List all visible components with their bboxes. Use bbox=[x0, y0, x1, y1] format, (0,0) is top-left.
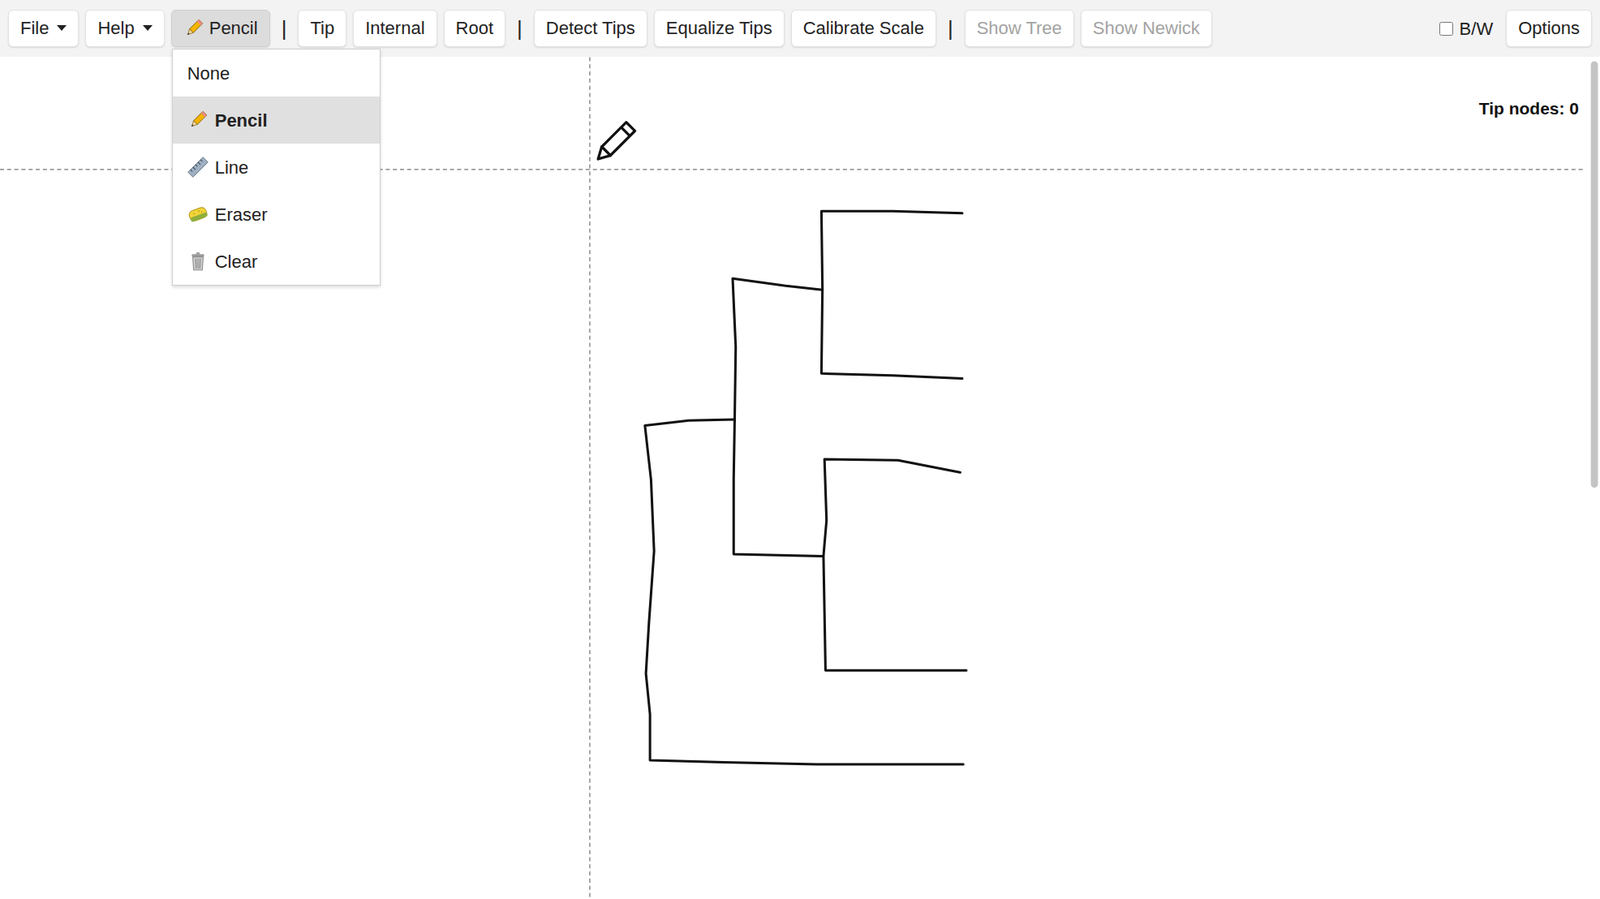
tool-dropdown[interactable]: PencilNonePencilLineEraserClear bbox=[171, 9, 271, 48]
toolbar-button[interactable]: Internal bbox=[352, 9, 437, 48]
pencil-icon bbox=[187, 109, 209, 131]
tool-menu-label: Clear bbox=[215, 248, 259, 276]
tree-drawing bbox=[645, 210, 967, 765]
bw-checkbox[interactable] bbox=[1439, 21, 1454, 36]
horizontal-guide bbox=[0, 168, 1584, 170]
tool-menu-item[interactable]: Line bbox=[172, 143, 380, 191]
bw-toggle[interactable]: B/W bbox=[1432, 15, 1501, 43]
tool-menu-label: Line bbox=[215, 154, 250, 181]
tool-menu-item[interactable]: Pencil bbox=[172, 96, 380, 144]
trash-icon bbox=[187, 250, 209, 272]
tool-menu-item[interactable]: Clear bbox=[172, 237, 380, 285]
button-label: Equalize Tips bbox=[666, 17, 773, 39]
caret-icon bbox=[142, 25, 153, 31]
tool-label: Pencil bbox=[209, 17, 259, 39]
pencil-icon bbox=[183, 17, 205, 39]
bw-label: B/W bbox=[1459, 15, 1494, 43]
button-label: Tip bbox=[309, 17, 335, 39]
toolbar-separator: | bbox=[511, 12, 528, 45]
toolbar-button: Show Tree bbox=[964, 9, 1075, 48]
toolbar-button[interactable]: Equalize Tips bbox=[653, 9, 785, 48]
caret-icon bbox=[56, 25, 67, 31]
toolbar-button[interactable]: Tip bbox=[297, 9, 347, 48]
toolbar-separator: | bbox=[276, 12, 293, 45]
tool-menu-label: Pencil bbox=[215, 107, 268, 134]
vertical-guide bbox=[589, 56, 590, 899]
menu-button[interactable]: Help bbox=[85, 9, 164, 48]
tool-menu-label: None bbox=[187, 60, 231, 87]
menu-label: File bbox=[20, 17, 49, 39]
toolbar-button[interactable]: Calibrate Scale bbox=[791, 9, 937, 48]
button-label: Root bbox=[455, 17, 494, 39]
toolbar-button[interactable]: Root bbox=[443, 9, 506, 48]
tool-menu-label: Eraser bbox=[215, 201, 268, 228]
menu-button[interactable]: File bbox=[8, 9, 79, 48]
button-label: Show Tree bbox=[976, 17, 1063, 39]
tool-menu-item[interactable]: Eraser bbox=[172, 190, 380, 238]
options-button[interactable]: Options bbox=[1505, 9, 1592, 48]
tool-menu-item[interactable]: None bbox=[172, 49, 380, 97]
tool-menu: None Pencil Line Eraser Clear bbox=[172, 48, 381, 286]
menu-label: Help bbox=[97, 17, 134, 39]
tip-count: Tip nodes: 0 bbox=[1479, 95, 1579, 122]
sponge-icon bbox=[187, 203, 209, 225]
ruler-icon bbox=[187, 156, 209, 178]
toolbar: FileHelpPencilNonePencilLineEraserClear|… bbox=[0, 0, 1600, 57]
button-label: Internal bbox=[365, 17, 425, 39]
button-label: Calibrate Scale bbox=[803, 17, 925, 39]
button-label: Show Newick bbox=[1092, 17, 1200, 39]
button-label: Detect Tips bbox=[546, 17, 636, 39]
pencil-cursor-icon bbox=[593, 122, 636, 164]
toolbar-separator: | bbox=[942, 12, 959, 45]
toolbar-button[interactable]: Detect Tips bbox=[533, 9, 648, 48]
toolbar-button: Show Newick bbox=[1080, 9, 1213, 48]
tool-button[interactable]: Pencil bbox=[171, 9, 271, 48]
scrollbar-thumb[interactable] bbox=[1591, 60, 1599, 488]
options-label: Options bbox=[1518, 17, 1580, 39]
